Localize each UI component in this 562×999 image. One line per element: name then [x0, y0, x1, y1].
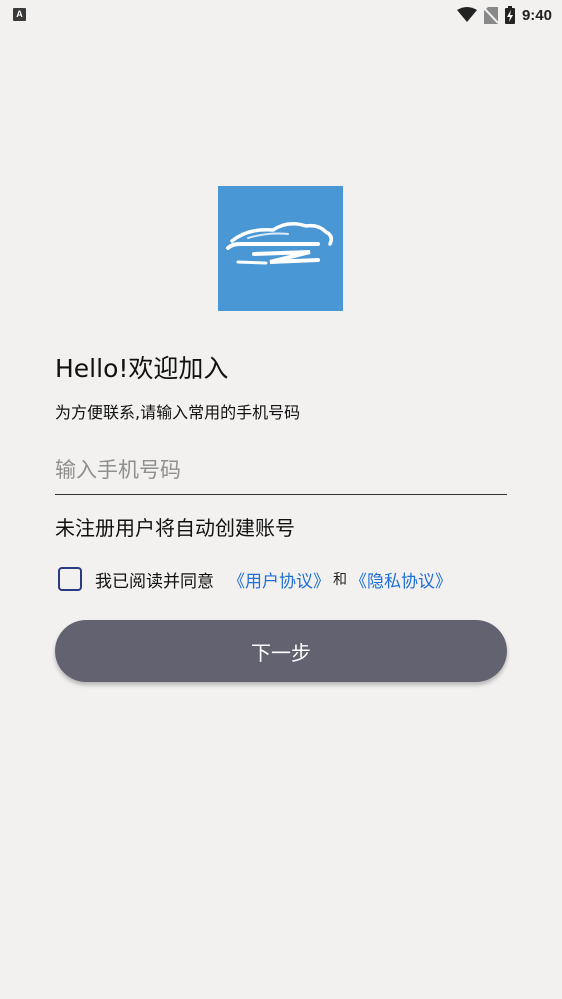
wifi-icon	[456, 7, 477, 22]
agreement-row: 我已阅读并同意 《用户协议》 和 《隐私协议》	[58, 564, 452, 594]
notification-icon: A	[13, 8, 26, 21]
app-logo	[218, 186, 343, 311]
status-time: 9:40	[521, 6, 552, 24]
privacy-policy-link[interactable]: 《隐私协议》	[350, 567, 452, 592]
agreement-prefix: 我已阅读并同意	[95, 571, 214, 592]
next-step-button[interactable]: 下一步	[55, 620, 507, 682]
agreement-checkbox[interactable]	[58, 567, 82, 591]
page-subtitle: 为方便联系,请输入常用的手机号码	[55, 403, 301, 422]
status-bar: A 9:40	[0, 0, 562, 30]
page-title: Hello!欢迎加入	[55, 354, 229, 383]
phone-input[interactable]	[55, 446, 507, 495]
user-agreement-link[interactable]: 《用户协议》	[228, 567, 330, 592]
auto-register-notice: 未注册用户将自动创建账号	[55, 516, 295, 540]
status-icons: 9:40	[450, 5, 552, 25]
battery-charging-icon	[504, 6, 515, 24]
agreement-conjunction: 和	[333, 572, 347, 588]
cloud-logo-icon	[226, 222, 334, 265]
no-sim-icon	[483, 6, 498, 24]
